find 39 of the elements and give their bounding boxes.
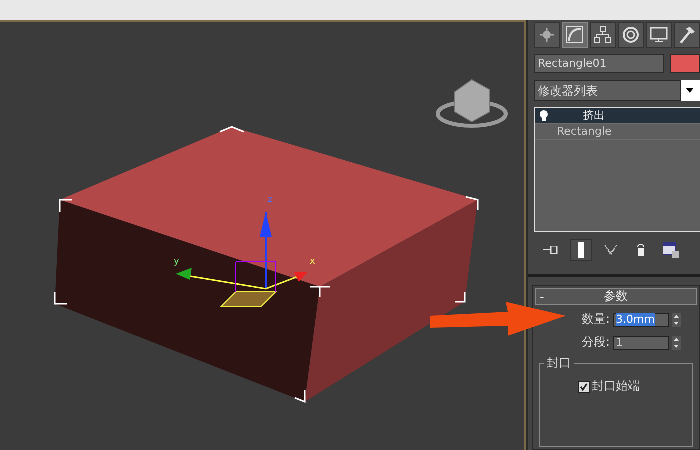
- checkbox[interactable]: [578, 380, 590, 392]
- bin-icon: [636, 243, 646, 258]
- stack-tool-button[interactable]: [570, 239, 592, 262]
- stack-item[interactable]: Rectangle: [535, 124, 700, 140]
- field-label: 数量:: [582, 311, 610, 328]
- spinner-field[interactable]: 3.0mm: [613, 312, 669, 326]
- target-icon: [622, 26, 640, 44]
- modifier-list-dropdown[interactable]: 修改器列表: [534, 80, 680, 101]
- pin-icon: [543, 246, 559, 254]
- panel-tab[interactable]: [674, 22, 700, 48]
- monitor-icon: [650, 26, 668, 44]
- v-shape-icon: [604, 243, 618, 258]
- axis-label: y: [174, 257, 180, 267]
- bulb-icon[interactable]: [539, 110, 549, 122]
- bar-icon: [578, 242, 584, 258]
- window-grid-icon: [663, 242, 679, 258]
- rollout-header[interactable]: - 参数: [535, 288, 697, 305]
- checkbox-label: 封口始端: [592, 378, 640, 395]
- panel-tab[interactable]: [562, 22, 588, 48]
- viewport[interactable]: z y x: [0, 20, 526, 450]
- sun-icon: [540, 28, 554, 42]
- color-swatch[interactable]: [670, 54, 700, 73]
- object-name-field[interactable]: Rectangle01: [534, 54, 664, 73]
- spinner-arrows-icon[interactable]: [672, 336, 681, 350]
- curve-icon: [566, 26, 584, 44]
- hammer-icon: [678, 26, 696, 44]
- axis-label: z: [268, 195, 273, 205]
- field-label: 分段:: [582, 334, 610, 351]
- hierarchy-icon: [594, 26, 612, 44]
- panel-tab[interactable]: [646, 22, 672, 48]
- panel-tab[interactable]: [618, 22, 644, 48]
- spinner-field[interactable]: 1: [613, 336, 669, 350]
- panel-tab[interactable]: [590, 22, 616, 48]
- view-cube-icon[interactable]: [436, 79, 508, 128]
- group-label: 封口: [546, 355, 572, 372]
- panel-tab[interactable]: [534, 22, 560, 48]
- spinner-arrows-icon[interactable]: [672, 312, 681, 326]
- stack-item[interactable]: 挤出: [535, 108, 700, 124]
- axis-label: x: [310, 257, 316, 267]
